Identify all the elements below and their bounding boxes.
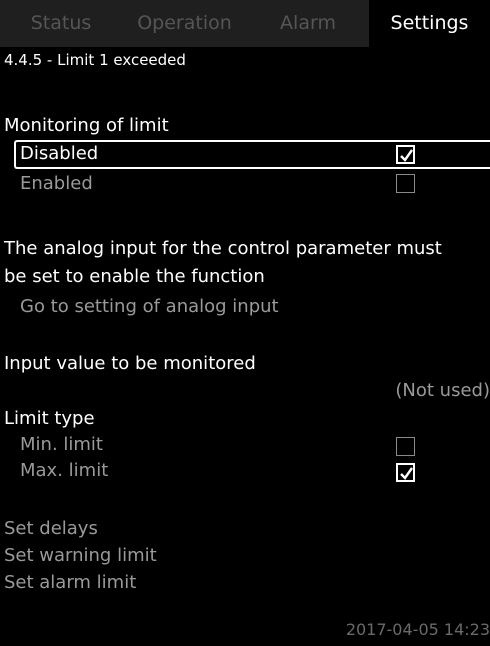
checkmark-icon	[400, 467, 413, 480]
info-line-2: be set to enable the function	[4, 266, 265, 287]
set-warning-limit-link[interactable]: Set warning limit	[4, 545, 157, 566]
tab-operation[interactable]: Operation	[122, 0, 247, 47]
checkmark-icon	[400, 149, 413, 162]
checkbox-max-limit[interactable]	[396, 463, 415, 482]
tab-settings[interactable]: Settings	[369, 0, 490, 47]
limit-type-heading: Limit type	[4, 408, 95, 429]
go-to-analog-input-link[interactable]: Go to setting of analog input	[20, 296, 279, 317]
option-min-limit-label[interactable]: Min. limit	[20, 434, 103, 455]
set-alarm-limit-link[interactable]: Set alarm limit	[4, 572, 136, 593]
input-value[interactable]: (Not used)	[395, 380, 490, 401]
checkbox-enabled[interactable]	[396, 174, 415, 193]
breadcrumb: 4.4.5 - Limit 1 exceeded	[4, 51, 186, 69]
set-delays-link[interactable]: Set delays	[4, 518, 98, 539]
option-disabled-label[interactable]: Disabled	[20, 143, 98, 164]
timestamp: 2017-04-05 14:23	[345, 620, 490, 639]
input-heading: Input value to be monitored	[4, 353, 256, 374]
tab-status[interactable]: Status	[0, 0, 122, 47]
option-enabled-label[interactable]: Enabled	[20, 173, 93, 194]
info-line-1: The analog input for the control paramet…	[4, 238, 442, 259]
option-max-limit-label[interactable]: Max. limit	[20, 460, 108, 481]
tab-alarm[interactable]: Alarm	[247, 0, 369, 47]
tab-bar: Status Operation Alarm Settings	[0, 0, 490, 47]
checkbox-min-limit[interactable]	[396, 437, 415, 456]
monitoring-heading: Monitoring of limit	[4, 115, 169, 136]
checkbox-disabled[interactable]	[396, 145, 415, 164]
